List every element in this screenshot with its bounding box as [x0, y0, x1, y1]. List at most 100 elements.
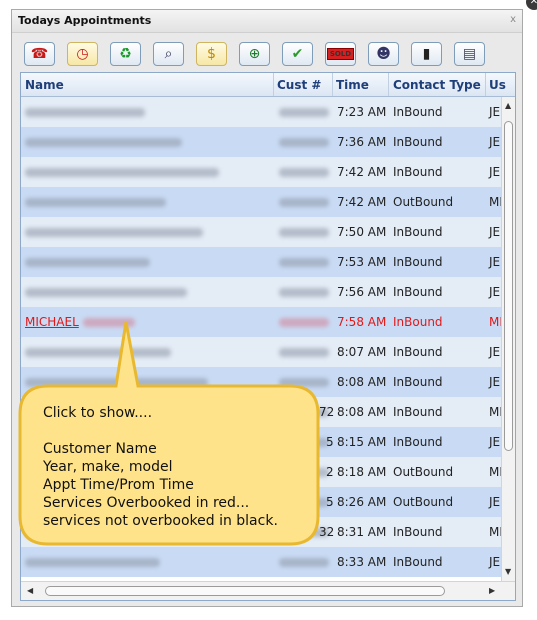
appointment-time: 7:23 AM — [337, 105, 387, 119]
column-header-contact-type[interactable]: Contact Type — [393, 78, 481, 92]
contact-type: InBound — [393, 165, 443, 179]
add-user-icon: ☻ — [376, 46, 391, 62]
scroll-down-icon[interactable]: ▼ — [505, 567, 511, 576]
appointment-time: 8:31 AM — [337, 525, 387, 539]
appointment-time: 8:15 AM — [337, 435, 387, 449]
user-initials: JE — [489, 105, 501, 119]
column-header-cust[interactable]: Cust # — [277, 78, 321, 92]
redacted-name — [25, 288, 187, 297]
appointment-time: 8:08 AM — [337, 375, 387, 389]
sold-icon: SOLD — [326, 48, 355, 60]
table-row[interactable]: 7:56 AM InBound JE — [21, 277, 501, 307]
user-initials: MI — [489, 195, 501, 209]
cust-number-suffix: 5 — [326, 495, 334, 509]
table-row[interactable]: 7:36 AM InBound JE — [21, 127, 501, 157]
redacted-cust-number — [279, 168, 329, 177]
redacted-cust-number — [279, 198, 329, 207]
window-title: Todays Appointments — [18, 14, 152, 27]
horizontal-scrollbar[interactable]: ◀ ▶ — [21, 581, 515, 600]
redacted-name — [25, 168, 219, 177]
column-header-time[interactable]: Time — [336, 78, 369, 92]
globe-add-button[interactable]: ⊕ — [239, 42, 270, 66]
table-row[interactable]: 7:42 AM InBound JE — [21, 157, 501, 187]
user-initials: JE — [489, 375, 501, 389]
user-initials: JE — [489, 495, 501, 509]
user-initials: MI — [489, 465, 501, 479]
report-button[interactable]: ▤ — [454, 42, 485, 66]
scroll-right-icon[interactable]: ▶ — [489, 586, 495, 595]
table-row[interactable]: 8:33 AM InBound JE — [21, 547, 501, 577]
redacted-name — [25, 228, 203, 237]
appointment-time: 7:50 AM — [337, 225, 387, 239]
appointment-time: 7:58 AM — [337, 315, 387, 329]
redacted-cust-number — [279, 228, 329, 237]
table-row[interactable]: 7:53 AM InBound JE — [21, 247, 501, 277]
user-initials: JE — [489, 165, 501, 179]
vertical-scroll-thumb[interactable] — [504, 121, 513, 451]
contact-type: InBound — [393, 435, 443, 449]
contact-type: InBound — [393, 315, 443, 329]
contact-type: InBound — [393, 255, 443, 269]
search-button[interactable]: ⌕ — [153, 42, 184, 66]
title-bar: Todays Appointments x — [12, 10, 522, 33]
scroll-left-icon[interactable]: ◀ — [27, 586, 33, 595]
cust-number-suffix: 72 — [319, 405, 335, 419]
callout-text: Click to show.... Customer Name Year, mak… — [43, 404, 278, 530]
add-user-button[interactable]: ☻ — [368, 42, 399, 66]
tooltip-callout: Click to show.... Customer Name Year, mak… — [18, 321, 320, 546]
callout-line: Appt Time/Prom Time — [43, 477, 194, 493]
redacted-cust-number — [279, 258, 329, 267]
column-header-user[interactable]: Us — [489, 78, 506, 92]
redacted-name — [25, 258, 150, 267]
globe-add-icon: ⊕ — [248, 46, 261, 62]
toolbar: ☎ ◷ ♻ ⌕ $ ⊕ ✔ SOLD ☻ ▮ ▤ — [12, 37, 522, 71]
callout-line: Customer Name — [43, 441, 157, 457]
grid-header: Name Cust # Time Contact Type Us — [21, 73, 515, 97]
appointment-time: 8:33 AM — [337, 555, 387, 569]
close-icon[interactable]: x — [510, 14, 516, 25]
table-row[interactable]: 7:23 AM InBound JE — [21, 97, 501, 127]
sold-button[interactable]: SOLD — [325, 42, 356, 66]
callout-line: Services Overbooked in red... — [43, 495, 250, 511]
user-initials: JE — [489, 555, 501, 569]
column-header-name[interactable]: Name — [25, 78, 64, 92]
table-row[interactable]: 7:42 AM OutBound MI — [21, 187, 501, 217]
recycle-button[interactable]: ♻ — [110, 42, 141, 66]
contact-type: OutBound — [393, 465, 454, 479]
horizontal-scroll-thumb[interactable] — [45, 586, 445, 596]
callout-line — [43, 422, 278, 440]
scroll-up-icon[interactable]: ▲ — [505, 101, 511, 110]
redacted-cust-number — [279, 558, 329, 567]
appointment-time: 7:42 AM — [337, 165, 387, 179]
clock-button[interactable]: ◷ — [67, 42, 98, 66]
recycle-icon: ♻ — [119, 46, 132, 62]
redacted-name — [25, 108, 145, 117]
vertical-scrollbar[interactable]: ▲ ▼ — [501, 97, 515, 581]
callout-line: Click to show.... — [43, 405, 153, 421]
table-row[interactable]: 7:50 AM InBound JE — [21, 217, 501, 247]
cust-number-suffix: 5 — [326, 435, 334, 449]
corner-close-icon[interactable]: ✕ — [526, 0, 537, 10]
redacted-cust-number — [279, 108, 329, 117]
appointment-time: 8:07 AM — [337, 345, 387, 359]
user-initials: MI — [489, 315, 501, 329]
contact-type: InBound — [393, 105, 443, 119]
redacted-cust-number — [279, 138, 329, 147]
bookmark-button[interactable]: ▮ — [411, 42, 442, 66]
redacted-name — [25, 198, 166, 207]
user-initials: JE — [489, 135, 501, 149]
user-initials: MI — [489, 405, 501, 419]
phone-button[interactable]: ☎ — [24, 42, 55, 66]
contact-type: OutBound — [393, 195, 454, 209]
contact-type: InBound — [393, 405, 443, 419]
check-button[interactable]: ✔ — [282, 42, 313, 66]
phone-icon: ☎ — [30, 46, 49, 62]
report-icon: ▤ — [462, 46, 477, 62]
contact-type: InBound — [393, 285, 443, 299]
user-initials: JE — [489, 285, 501, 299]
appointment-time: 8:08 AM — [337, 405, 387, 419]
user-initials: JE — [489, 435, 501, 449]
appointment-time: 7:53 AM — [337, 255, 387, 269]
dollar-button[interactable]: $ — [196, 42, 227, 66]
contact-type: InBound — [393, 135, 443, 149]
